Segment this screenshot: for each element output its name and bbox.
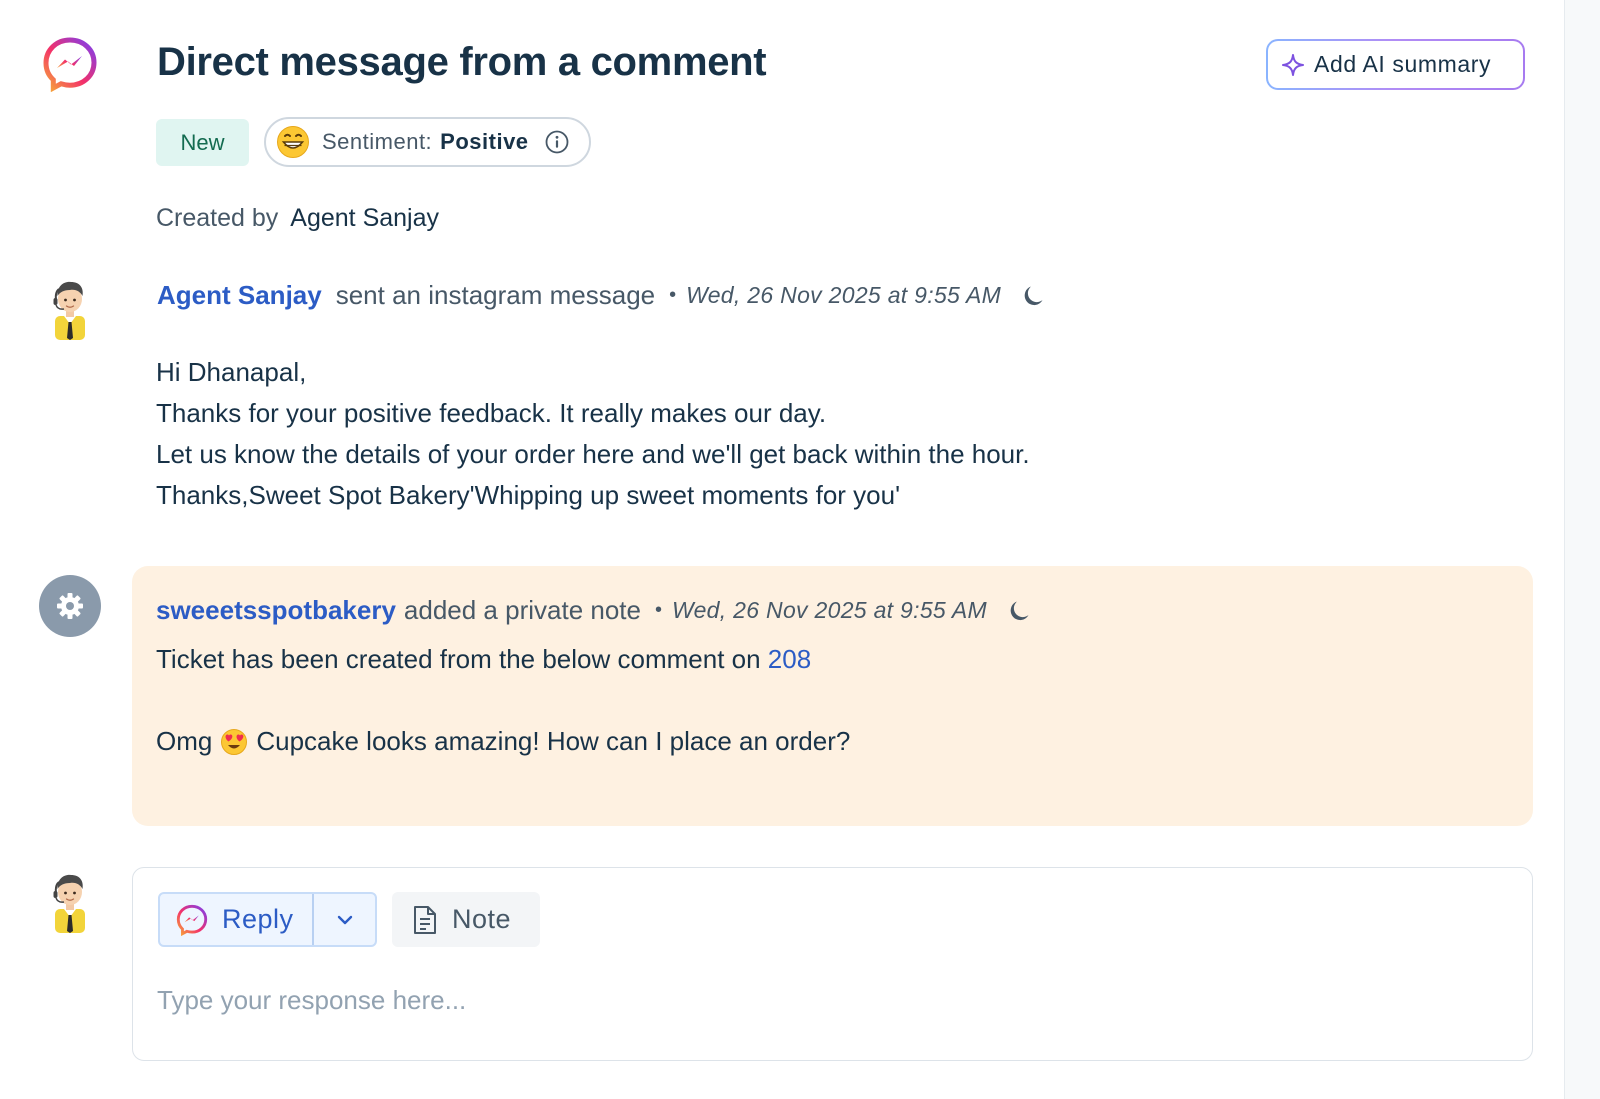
created-by-name: Agent Sanjay xyxy=(290,204,440,232)
note-timestamp: Wed, 26 Nov 2025 at 9:55 AM xyxy=(672,597,987,623)
message-line: Thanks for your positive feedback. It re… xyxy=(156,398,827,428)
info-icon[interactable] xyxy=(545,130,569,154)
message-line: Let us know the details of your order he… xyxy=(156,439,1030,469)
messenger-icon xyxy=(176,904,208,936)
note-header: sweeetsspotbakery added a private note •… xyxy=(156,595,1031,626)
messenger-icon xyxy=(43,37,97,92)
status-badge: New xyxy=(156,119,249,166)
sentiment-label: Sentiment: xyxy=(322,129,433,154)
document-icon xyxy=(414,905,436,934)
gear-icon xyxy=(57,593,83,619)
comment-text-after: Cupcake looks amazing! How can I place a… xyxy=(256,726,851,756)
add-ai-summary-label: Add AI summary xyxy=(1314,51,1492,77)
created-by: Created by Agent Sanjay xyxy=(156,204,439,233)
agent-avatar xyxy=(53,281,85,340)
message-body: Hi Dhanapal, Thanks for your positive fe… xyxy=(156,352,1030,516)
moon-icon xyxy=(1007,599,1031,623)
heart-eyes-emoji-icon xyxy=(220,728,248,756)
message-line: Thanks,Sweet Spot Bakery'Whipping up swe… xyxy=(156,480,901,510)
agent-avatar xyxy=(53,874,85,933)
message-line: Hi Dhanapal, xyxy=(156,357,307,387)
reply-button-group: Reply xyxy=(158,892,377,947)
source-post-link[interactable]: 208 xyxy=(768,644,811,674)
right-panel-edge xyxy=(1564,0,1600,1099)
moon-icon xyxy=(1021,284,1045,308)
system-avatar xyxy=(39,575,101,637)
private-note-card: sweeetsspotbakery added a private note •… xyxy=(132,566,1533,826)
reply-button[interactable]: Reply xyxy=(160,894,314,945)
response-input[interactable] xyxy=(157,980,1497,1020)
comment-text: Omg Cupcake looks amazing! How can I pla… xyxy=(156,726,850,757)
separator-dot: • xyxy=(654,599,662,621)
created-by-label: Created by xyxy=(156,204,279,232)
sentiment-pill: Sentiment: Positive xyxy=(264,117,591,167)
note-text-main: Ticket has been created from the below c… xyxy=(156,644,768,674)
separator-dot: • xyxy=(669,284,677,306)
reply-editor: Reply Note xyxy=(132,867,1533,1061)
reply-options-dropdown[interactable] xyxy=(314,894,375,945)
message-author-link[interactable]: Agent Sanjay xyxy=(157,280,322,311)
note-label: Note xyxy=(452,904,512,934)
comment-text-before: Omg xyxy=(156,726,213,756)
sparkle-icon xyxy=(1282,53,1304,76)
message-timestamp: Wed, 26 Nov 2025 at 9:55 AM xyxy=(686,282,1002,308)
sentiment-value: Positive xyxy=(440,129,529,154)
message-header: Agent Sanjay sent an instagram message •… xyxy=(157,280,1045,311)
add-ai-summary-button[interactable]: Add AI summary xyxy=(1266,39,1525,90)
chevron-down-icon xyxy=(337,915,352,924)
note-action: added a private note xyxy=(403,595,641,625)
reply-label: Reply xyxy=(222,904,294,934)
message-action: sent an instagram message xyxy=(335,280,656,310)
ticket-title: Direct message from a comment xyxy=(157,40,767,84)
grinning-face-icon xyxy=(277,126,309,158)
note-text: Ticket has been created from the below c… xyxy=(156,644,811,675)
note-author-link[interactable]: sweeetsspotbakery xyxy=(156,595,396,626)
note-button[interactable]: Note xyxy=(392,892,540,947)
